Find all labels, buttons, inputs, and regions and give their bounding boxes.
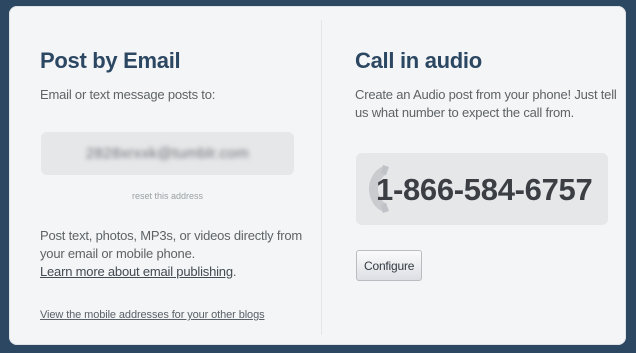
- phone-number-value: 1-866-584-6757: [376, 172, 593, 207]
- learn-more-suffix: .: [232, 264, 237, 279]
- learn-more-email-link[interactable]: Learn more about email publishing: [40, 264, 233, 279]
- call-in-audio-title: Call in audio: [355, 48, 482, 73]
- phone-number-display: 1-866-584-6757: [356, 153, 608, 225]
- post-by-email-title: Post by Email: [40, 48, 181, 73]
- call-in-audio-section: Call in audio Create an Audio post from …: [322, 6, 626, 345]
- email-address-value: 2828xrxxk@tumblr.com: [86, 145, 249, 162]
- email-address-field[interactable]: 2828xrxxk@tumblr.com: [41, 132, 294, 175]
- post-by-email-section: Post by Email Email or text message post…: [9, 6, 321, 345]
- publishing-panel: Post by Email Email or text message post…: [9, 6, 626, 345]
- reset-address-link[interactable]: reset this address: [41, 191, 294, 201]
- call-in-audio-description: Create an Audio post from your phone! Ju…: [355, 87, 617, 120]
- post-by-email-subtitle: Email or text message posts to:: [40, 87, 216, 102]
- configure-button[interactable]: Configure: [356, 250, 423, 281]
- email-publishing-text: Post text, photos, MP3s, or videos direc…: [40, 228, 303, 261]
- mobile-addresses-link[interactable]: View the mobile addresses for your other…: [40, 309, 265, 321]
- email-publishing-description: Post text, photos, MP3s, or videos direc…: [40, 227, 310, 281]
